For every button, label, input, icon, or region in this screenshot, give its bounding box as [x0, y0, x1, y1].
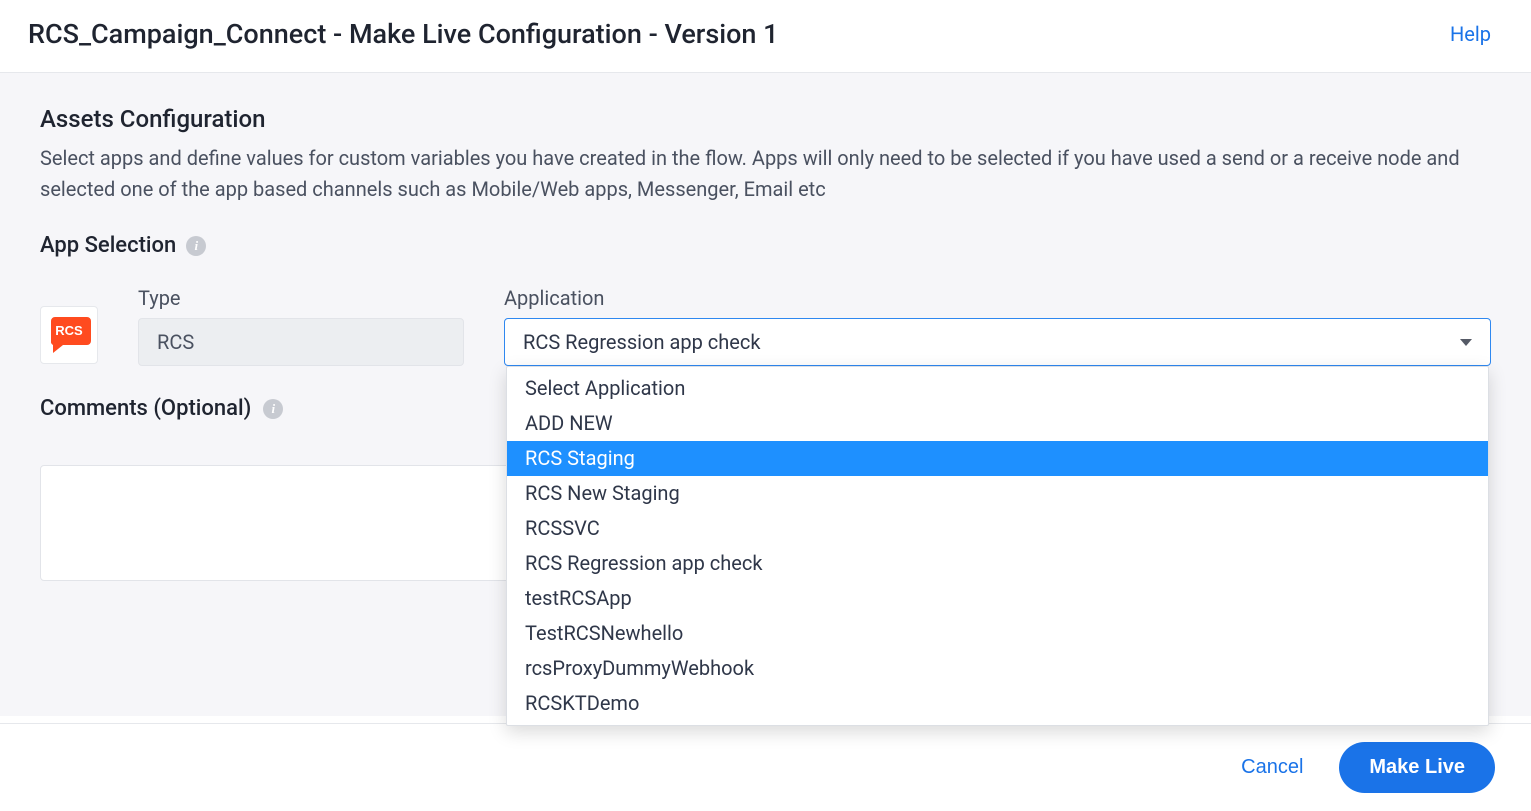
app-selection-label-row: App Selection i	[40, 233, 1491, 258]
application-option[interactable]: rcsProxyDummyWebhook	[507, 651, 1488, 686]
app-selection-label: App Selection	[40, 233, 176, 258]
application-selected-value: RCS Regression app check	[523, 330, 760, 354]
svg-text:RCS: RCS	[55, 323, 83, 338]
application-select[interactable]: RCS Regression app check	[504, 318, 1491, 366]
application-option[interactable]: TestRCSNewhello	[507, 616, 1488, 651]
rcs-icon: RCS	[47, 315, 91, 355]
cancel-button[interactable]: Cancel	[1241, 756, 1303, 779]
application-field: Application RCS Regression app check Sel…	[504, 286, 1491, 366]
type-value: RCS	[138, 318, 464, 366]
help-link[interactable]: Help	[1450, 22, 1491, 46]
application-option[interactable]: RCS Staging	[507, 441, 1488, 476]
application-option[interactable]: RCSKTDemo	[507, 686, 1488, 721]
info-icon[interactable]: i	[186, 236, 206, 256]
application-option[interactable]: RCSSVC	[507, 511, 1488, 546]
application-option[interactable]: ADD NEW	[507, 406, 1488, 441]
type-label: Type	[138, 286, 464, 310]
app-icon-wrap: RCS	[40, 306, 98, 364]
page-title: RCS_Campaign_Connect - Make Live Configu…	[28, 18, 779, 50]
assets-config-description: Select apps and define values for custom…	[40, 143, 1480, 205]
info-icon[interactable]: i	[263, 399, 283, 419]
application-option[interactable]: RCS Regression app check	[507, 546, 1488, 581]
application-label: Application	[504, 286, 1491, 310]
type-field: Type RCS	[138, 286, 464, 366]
chevron-down-icon	[1460, 339, 1472, 346]
footer-bar: Cancel Make Live	[0, 723, 1531, 811]
content-area: Assets Configuration Select apps and def…	[0, 73, 1531, 716]
application-dropdown[interactable]: Select ApplicationADD NEWRCS StagingRCS …	[506, 366, 1489, 726]
make-live-button[interactable]: Make Live	[1339, 742, 1495, 793]
application-option[interactable]: Select Application	[507, 371, 1488, 406]
comments-label: Comments (Optional)	[40, 396, 251, 421]
page-header: RCS_Campaign_Connect - Make Live Configu…	[0, 0, 1531, 73]
application-option[interactable]: testRCSApp	[507, 581, 1488, 616]
application-option[interactable]: RCS New Staging	[507, 476, 1488, 511]
app-selection-row: RCS Type RCS Application RCS Regression …	[40, 286, 1491, 366]
assets-config-title: Assets Configuration	[40, 105, 1491, 133]
